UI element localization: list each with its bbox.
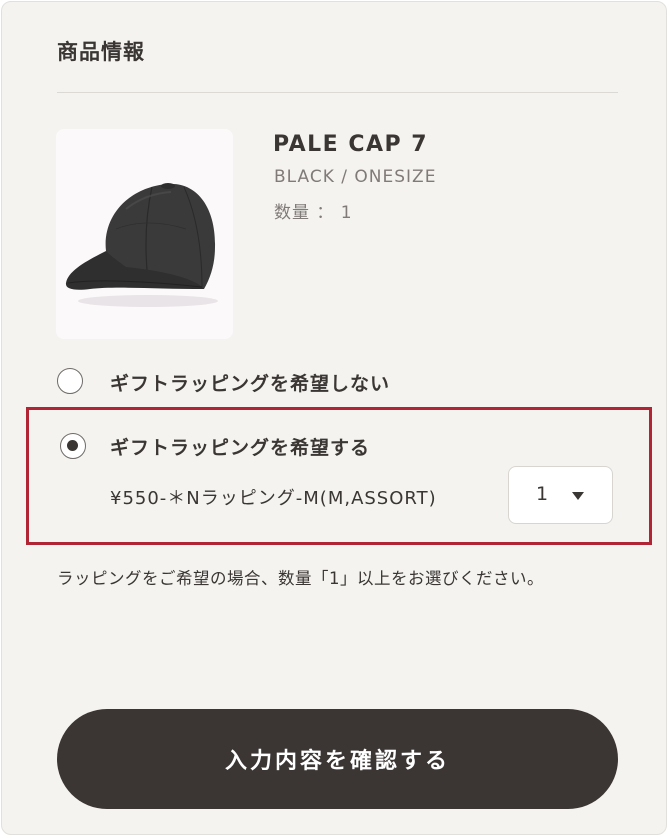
quantity-selected-value: 1 — [536, 483, 549, 505]
wrapping-product-name: ¥550-＊Nラッピング-M(M,ASSORT) — [110, 488, 437, 509]
divider — [57, 92, 618, 93]
product-quantity: 数量 ： 1 — [274, 203, 353, 223]
product-name: PALE CAP 7 — [273, 132, 429, 157]
no-gift-wrap-radio[interactable] — [57, 368, 83, 394]
no-gift-wrap-label[interactable]: ギフトラッピングを希望しない — [110, 369, 390, 396]
gift-wrap-radio[interactable] — [60, 433, 86, 459]
section-title: 商品情報 — [57, 40, 145, 64]
confirm-button[interactable]: 入力内容を確認する — [57, 709, 618, 809]
product-info-card: 商品情報 PALE CAP 7 BLACK / ONESIZE 数量 ： 1 ギ… — [1, 1, 667, 835]
wrapping-quantity-select[interactable]: 1 — [508, 466, 613, 524]
gift-wrap-label[interactable]: ギフトラッピングを希望する — [110, 433, 370, 460]
wrapping-note: ラッピングをご希望の場合、数量「1」以上をお選びください。 — [57, 569, 544, 588]
product-variant: BLACK / ONESIZE — [274, 167, 437, 187]
chevron-down-icon — [572, 492, 584, 500]
product-image — [56, 129, 233, 339]
cap-image — [65, 183, 218, 307]
